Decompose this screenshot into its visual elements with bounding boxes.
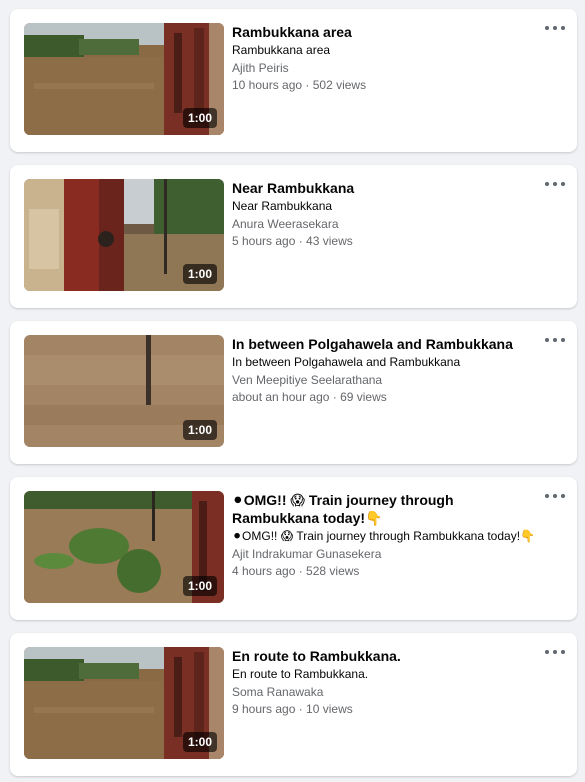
video-thumbnail[interactable]: 1:00 (24, 647, 224, 759)
video-title[interactable]: ⚫OMG!! 😱 Train journey through Rambukkan… (232, 491, 542, 527)
more-options-icon[interactable] (545, 23, 565, 33)
video-card[interactable]: 1:00 Rambukkana area Rambukkana area Aji… (10, 9, 577, 152)
video-duration: 1:00 (182, 732, 217, 752)
video-author[interactable]: Ajith Peiris (232, 60, 542, 77)
more-options-icon[interactable] (545, 647, 565, 657)
video-subtitle: ⚫OMG!! 😱 Train journey through Rambukkan… (232, 529, 535, 543)
video-author[interactable]: Ven Meepitiye Seelarathana (232, 372, 542, 389)
video-thumbnail[interactable]: 1:00 (24, 179, 224, 291)
video-subtitle: Near Rambukkana (232, 199, 333, 213)
video-title[interactable]: In between Polgahawela and Rambukkana (232, 335, 542, 353)
video-meta: 10 hours ago · 502 views (232, 78, 367, 92)
video-subtitle: Rambukkana area (232, 43, 331, 57)
video-author[interactable]: Ajit Indrakumar Gunasekera (232, 546, 542, 563)
more-options-icon[interactable] (545, 179, 565, 189)
video-info: ⚫OMG!! 😱 Train journey through Rambukkan… (232, 491, 542, 580)
video-info: Near Rambukkana Near Rambukkana Anura We… (232, 179, 542, 250)
video-card[interactable]: 1:00 En route to Rambukkana. En route to… (10, 633, 577, 776)
video-author[interactable]: Soma Ranawaka (232, 684, 542, 701)
video-meta: 4 hours ago · 528 views (232, 564, 360, 578)
video-card[interactable]: 1:00 Near Rambukkana Near Rambukkana Anu… (10, 165, 577, 308)
video-card[interactable]: 1:00 In between Polgahawela and Rambukka… (10, 321, 577, 464)
video-subtitle: In between Polgahawela and Rambukkana (232, 355, 461, 369)
video-thumbnail[interactable]: 1:00 (24, 335, 224, 447)
video-meta: 9 hours ago · 10 views (232, 702, 353, 716)
video-title[interactable]: Rambukkana area (232, 23, 542, 41)
more-options-icon[interactable] (545, 491, 565, 501)
video-duration: 1:00 (182, 264, 217, 284)
video-duration: 1:00 (182, 576, 217, 596)
video-duration: 1:00 (182, 108, 217, 128)
video-card[interactable]: 1:00 ⚫OMG!! 😱 Train journey through Ramb… (10, 477, 577, 620)
video-title[interactable]: En route to Rambukkana. (232, 647, 542, 665)
video-info: In between Polgahawela and Rambukkana In… (232, 335, 542, 406)
video-info: En route to Rambukkana. En route to Ramb… (232, 647, 542, 718)
video-meta: 5 hours ago · 43 views (232, 234, 353, 248)
video-info: Rambukkana area Rambukkana area Ajith Pe… (232, 23, 542, 94)
more-options-icon[interactable] (545, 335, 565, 345)
video-meta: about an hour ago · 69 views (232, 390, 387, 404)
video-duration: 1:00 (182, 420, 217, 440)
video-title[interactable]: Near Rambukkana (232, 179, 542, 197)
video-thumbnail[interactable]: 1:00 (24, 491, 224, 603)
video-author[interactable]: Anura Weerasekara (232, 216, 542, 233)
video-thumbnail[interactable]: 1:00 (24, 23, 224, 135)
video-subtitle: En route to Rambukkana. (232, 667, 369, 681)
